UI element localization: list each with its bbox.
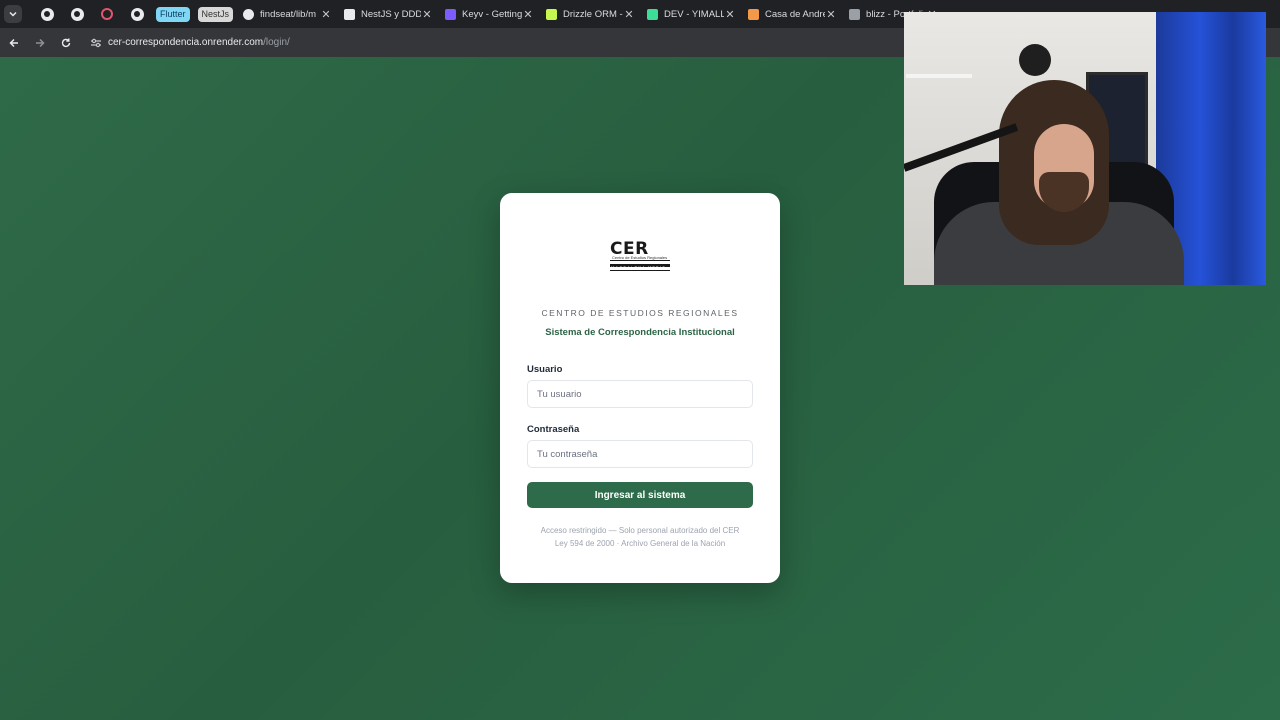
organization-name: CENTRO DE ESTUDIOS REGIONALES <box>541 308 739 318</box>
pinned-tab-github-2[interactable] <box>62 0 92 28</box>
github-icon <box>130 7 144 21</box>
arrow-right-icon <box>36 38 45 47</box>
tab-dev-yimall[interactable]: DEV - YIMALL ✕ <box>641 0 742 28</box>
username-input[interactable] <box>527 380 753 408</box>
tab-title: DEV - YIMALL <box>664 8 725 20</box>
legal-notice: Ley 594 de 2000 · Archivo General de la … <box>554 539 726 548</box>
wall-badge <box>1019 44 1051 76</box>
tab-title: Casa de Andre <box>765 8 826 20</box>
password-label: Contraseña <box>527 424 580 435</box>
url-path: /login/ <box>263 37 290 48</box>
tab-group-flutter[interactable]: Flutter <box>156 6 190 22</box>
pinned-tab-github-3[interactable] <box>122 0 152 28</box>
password-input[interactable] <box>527 440 753 468</box>
address-bar[interactable]: cer-correspondencia.onrender.com/login/ <box>90 37 290 48</box>
close-icon[interactable]: ✕ <box>825 8 837 21</box>
reload-button[interactable] <box>54 31 78 55</box>
drizzle-icon <box>546 8 558 20</box>
close-icon[interactable]: ✕ <box>623 8 635 21</box>
username-label: Usuario <box>527 364 563 375</box>
back-button[interactable] <box>2 31 26 55</box>
pinned-tab-github-1[interactable] <box>32 0 62 28</box>
red-circle-icon <box>101 8 113 20</box>
url-host: cer-correspondencia.onrender.com <box>108 37 264 48</box>
chevron-down-icon <box>9 11 17 17</box>
close-icon[interactable]: ✕ <box>421 8 433 21</box>
document-icon <box>849 8 861 20</box>
tab-nestjs-ddd[interactable]: NestJS y DDD ✕ <box>338 0 439 28</box>
tab-title: Drizzle ORM - <box>563 8 623 20</box>
github-icon <box>70 7 84 21</box>
logo-rule <box>610 270 670 271</box>
login-card: CER Centro de Estudios Regionales MAGDAL… <box>500 193 780 583</box>
github-icon <box>40 7 54 21</box>
reload-icon <box>61 38 71 47</box>
site-settings-icon[interactable] <box>90 38 102 48</box>
forward-button[interactable] <box>28 31 52 55</box>
close-icon[interactable]: ✕ <box>522 8 534 21</box>
pinned-tab-red[interactable] <box>92 0 122 28</box>
tab-group-nestjs[interactable]: NestJs <box>197 6 234 22</box>
logo-rule <box>610 260 670 261</box>
tab-keyv[interactable]: Keyv - Getting ✕ <box>439 0 540 28</box>
shelf <box>906 74 972 78</box>
system-name: Sistema de Correspondencia Institucional <box>545 327 735 338</box>
close-icon[interactable]: ✕ <box>320 8 332 21</box>
tab-search-button[interactable] <box>4 5 22 23</box>
keyv-icon <box>445 8 457 20</box>
tab-casa-de-andre[interactable]: Casa de Andre ✕ <box>742 0 843 28</box>
github-icon <box>243 8 255 20</box>
tab-findseat[interactable]: findseat/lib/m ✕ <box>237 0 338 28</box>
tab-drizzle[interactable]: Drizzle ORM - ✕ <box>540 0 641 28</box>
close-icon[interactable]: ✕ <box>724 8 736 21</box>
tab-title: Keyv - Getting <box>462 8 523 20</box>
house-icon <box>748 8 760 20</box>
tab-title: findseat/lib/m <box>260 8 317 20</box>
page-icon <box>344 8 356 20</box>
tab-title: NestJS y DDD <box>361 8 422 20</box>
cer-logo: CER Centro de Estudios Regionales MAGDAL… <box>610 241 670 275</box>
login-submit-button[interactable]: Ingresar al sistema <box>527 482 753 508</box>
bolt-icon <box>647 8 659 20</box>
arrow-left-icon <box>9 38 18 47</box>
webcam-overlay <box>904 12 1266 285</box>
restricted-access-notice: Acceso restringido — Solo personal autor… <box>540 526 740 535</box>
